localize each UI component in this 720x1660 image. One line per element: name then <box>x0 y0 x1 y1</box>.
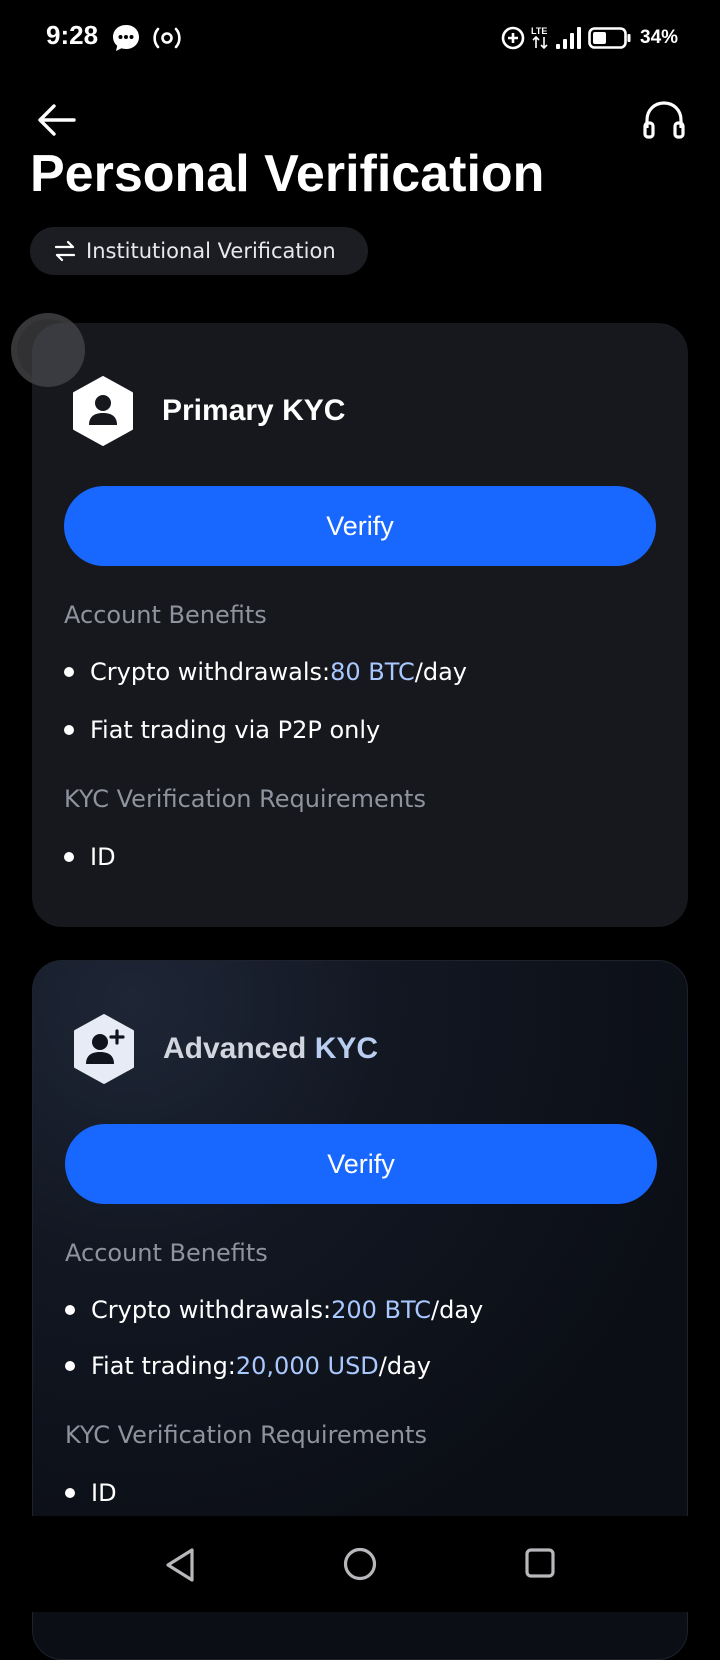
bullet-dot <box>65 1305 75 1315</box>
user-plus-icon <box>74 1014 134 1084</box>
institutional-verification-chip[interactable]: Institutional Verification <box>30 227 368 275</box>
requirements-label: KYC Verification Requirements <box>65 1421 427 1449</box>
primary-kyc-card: Primary KYC Verify Account Benefits Cryp… <box>32 323 688 927</box>
signal-icon <box>556 27 581 49</box>
benefit-item: Fiat trading via P2P only <box>64 716 380 744</box>
requirements-label: KYC Verification Requirements <box>64 785 426 813</box>
requirement-item: ID <box>64 843 116 871</box>
nav-recents-icon[interactable] <box>524 1547 556 1579</box>
bullet-dot <box>65 1361 75 1371</box>
bullet-dot <box>64 667 74 677</box>
bullet-dot <box>65 1488 75 1498</box>
nav-back-icon[interactable] <box>162 1546 198 1584</box>
bullet-dot <box>64 725 74 735</box>
touch-indicator <box>11 313 85 387</box>
account-benefits-label: Account Benefits <box>64 601 267 629</box>
verify-button[interactable]: Verify <box>64 486 656 566</box>
chip-label: Institutional Verification <box>86 239 336 263</box>
battery-percent: 34% <box>640 27 679 48</box>
verify-button[interactable]: Verify <box>65 1124 657 1204</box>
nav-home-icon[interactable] <box>342 1546 378 1582</box>
user-icon <box>73 376 133 446</box>
lte-icon: LTE <box>531 26 548 50</box>
card-title: Advanced KYC <box>163 1032 379 1065</box>
benefit-item: Fiat trading: 20,000 USD/day <box>65 1352 431 1380</box>
page-title: Personal Verification <box>30 145 545 197</box>
hotspot-icon <box>153 27 181 49</box>
bullet-dot <box>64 852 74 862</box>
requirement-item: ID <box>65 1479 117 1507</box>
benefit-item: Crypto withdrawals: 80 BTC/day <box>64 658 467 686</box>
system-navigation-bar <box>0 1516 720 1612</box>
card-title: Primary KYC <box>162 394 346 427</box>
highlight-value: 80 BTC <box>330 658 415 686</box>
benefit-item: Crypto withdrawals: 200 BTC/day <box>65 1296 483 1324</box>
swap-arrows-icon <box>54 240 76 262</box>
status-bar: 9:28 LTE 34% <box>0 0 720 76</box>
message-icon <box>113 25 139 51</box>
data-saver-icon <box>501 26 525 50</box>
headset-icon[interactable] <box>641 98 687 142</box>
svg-text:LTE: LTE <box>531 26 547 36</box>
battery-icon <box>588 27 631 49</box>
highlight-value: 20,000 USD <box>235 1352 379 1380</box>
status-time: 9:28 <box>46 20 99 50</box>
card-header: Primary KYC <box>70 375 345 447</box>
account-benefits-label: Account Benefits <box>65 1239 268 1267</box>
back-arrow-icon[interactable] <box>34 98 78 142</box>
card-header: Advanced KYC <box>71 1013 378 1085</box>
highlight-value: 200 BTC <box>331 1296 432 1324</box>
